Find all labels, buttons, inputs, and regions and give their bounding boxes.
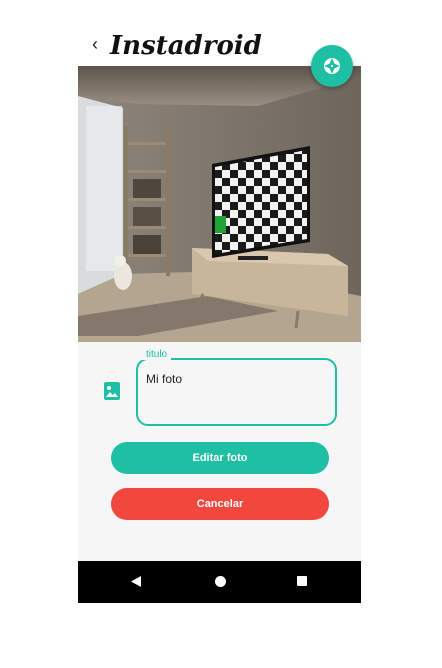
system-navbar [78,561,361,603]
square-recents-icon[interactable] [297,576,307,586]
cancel-button[interactable]: Cancelar [111,488,329,520]
title-field-value[interactable]: Mi foto [146,372,182,386]
title-field[interactable]: titulo Mi foto [136,349,337,426]
title-field-label: titulo [142,349,172,360]
camera-fab-button[interactable] [311,45,353,87]
circle-home-icon[interactable] [215,576,226,587]
edit-form: titulo Mi foto Editar foto Cancelar [78,342,361,561]
camera-shutter-icon [324,58,340,74]
app-screen: ‹ Instadroid titulo Mi foto Editar foto … [78,22,361,603]
photo-preview [78,66,361,342]
edit-photo-button[interactable]: Editar foto [111,442,329,474]
triangle-back-icon[interactable] [131,576,141,587]
image-icon [104,382,120,400]
back-button[interactable]: ‹ [92,34,106,54]
app-title: Instadroid [110,31,262,61]
